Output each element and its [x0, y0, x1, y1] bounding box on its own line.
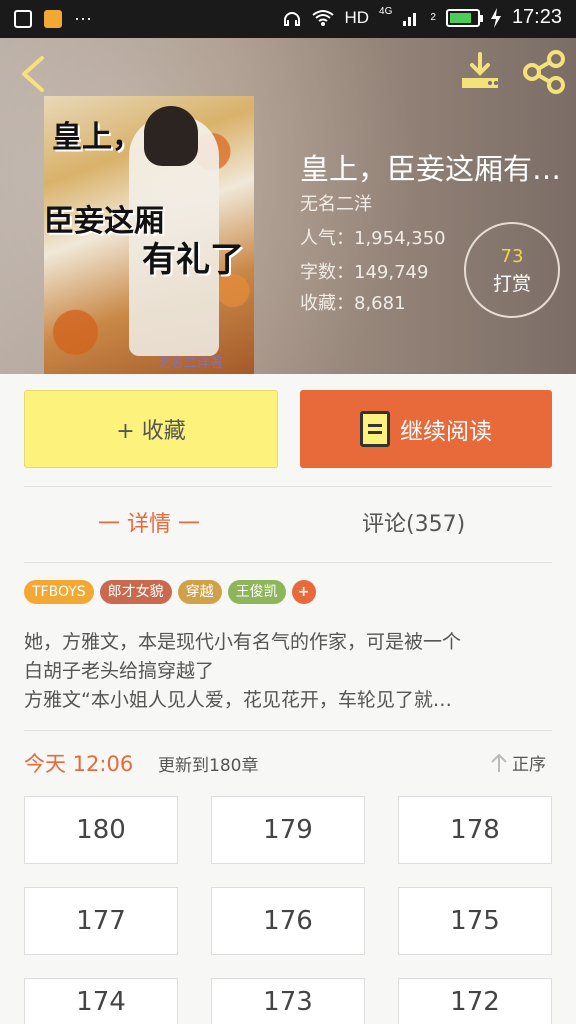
tag-item[interactable]: TFBOYS: [24, 580, 94, 604]
cover-title-line1: 皇上，: [52, 120, 142, 155]
cover-figure-hair: [144, 106, 198, 166]
chapter-button[interactable]: 174: [24, 978, 178, 1024]
chapter-button[interactable]: 173: [211, 978, 365, 1024]
chapter-button[interactable]: 179: [211, 796, 365, 864]
status-bar: ··· HD 4G 2 17:23: [0, 0, 576, 38]
book-icon: [360, 411, 390, 447]
divider: [24, 486, 552, 487]
tab-details[interactable]: 一 详情 一: [98, 506, 200, 546]
favorites-stat: 收藏：8,681: [300, 293, 406, 314]
clock: 17:23: [511, 6, 562, 28]
update-time: 今天 12:06: [24, 752, 134, 776]
app-notification-icon: [44, 9, 62, 28]
charging-icon: [490, 7, 501, 28]
download-icon: [462, 52, 498, 88]
chapter-button[interactable]: 180: [24, 796, 178, 864]
popularity-stat: 人气：1,954,350: [300, 228, 446, 249]
signal-icon: [403, 12, 417, 26]
book-author[interactable]: 无名二洋: [300, 190, 372, 216]
chapter-button[interactable]: 176: [211, 887, 365, 955]
wifi-icon: [312, 9, 335, 26]
description-line: 方雅文“本小姐人见人爱，花见花开，车轮见了就…: [24, 689, 452, 711]
book-header: 皇上， 臣妾这厢 有礼了 无名二洋著 皇上，臣妾这厢有… 无名二洋 人气：1,9…: [0, 38, 576, 374]
cover-title-line3: 有礼了: [142, 240, 244, 280]
tag-item[interactable]: 穿越: [177, 580, 222, 604]
divider: [24, 730, 552, 731]
tag-item[interactable]: 王俊凯: [227, 580, 286, 604]
reward-label: 打赏: [492, 273, 531, 295]
chapter-button[interactable]: 175: [398, 887, 552, 955]
book-description[interactable]: 她，方雅文，本是现代小有名气的作家，可是被一个 白胡子老头给搞穿越了 方雅文“本…: [24, 628, 554, 715]
word-count-stat: 字数：149,749: [300, 262, 429, 283]
status-right: HD 4G 2 17:23: [282, 6, 562, 29]
add-to-favorites-button[interactable]: + 收藏: [24, 390, 278, 468]
headphones-icon: [284, 11, 301, 26]
description-line: 白胡子老头给搞穿越了: [24, 660, 215, 682]
continue-reading-label: 继续阅读: [400, 419, 492, 445]
network-type: 4G: [379, 6, 393, 17]
tag-list: TFBOYS 郎才女貌 穿越 王俊凯 +: [24, 580, 316, 604]
download-button[interactable]: [456, 50, 504, 94]
qr-icon: [14, 9, 32, 28]
battery-icon: [445, 8, 483, 27]
more-notifications: ···: [74, 8, 92, 28]
arrow-up-icon: [491, 753, 507, 772]
add-tag-button[interactable]: +: [291, 580, 316, 604]
reward-button[interactable]: 73 打赏: [464, 222, 560, 318]
status-left: ···: [14, 8, 92, 29]
description-line: 她，方雅文，本是现代小有名气的作家，可是被一个: [24, 631, 462, 653]
continue-reading-button[interactable]: 继续阅读: [300, 390, 552, 468]
reward-count: 73: [500, 246, 524, 267]
chevron-left-icon: [22, 56, 44, 92]
sort-order-label: 正序: [512, 755, 546, 775]
cover-author-mark: 无名二洋著: [158, 356, 224, 371]
chapter-button[interactable]: 177: [24, 887, 178, 955]
chapter-button[interactable]: 178: [398, 796, 552, 864]
book-cover[interactable]: 皇上， 臣妾这厢 有礼了 无名二洋著: [44, 96, 254, 374]
back-button[interactable]: [14, 52, 54, 96]
share-button[interactable]: [520, 50, 568, 94]
sort-order-button[interactable]: 正序: [490, 750, 546, 775]
chapter-button[interactable]: 172: [398, 978, 552, 1024]
divider: [24, 562, 552, 563]
book-title: 皇上，臣妾这厢有…: [300, 152, 562, 186]
update-status: 更新到180章: [158, 756, 259, 776]
share-icon: [523, 50, 565, 94]
network-label: HD: [344, 7, 370, 27]
tag-item[interactable]: 郎才女貌: [99, 580, 172, 604]
sim-slot: 2: [430, 12, 436, 23]
tab-comments[interactable]: 评论(357): [362, 506, 465, 546]
